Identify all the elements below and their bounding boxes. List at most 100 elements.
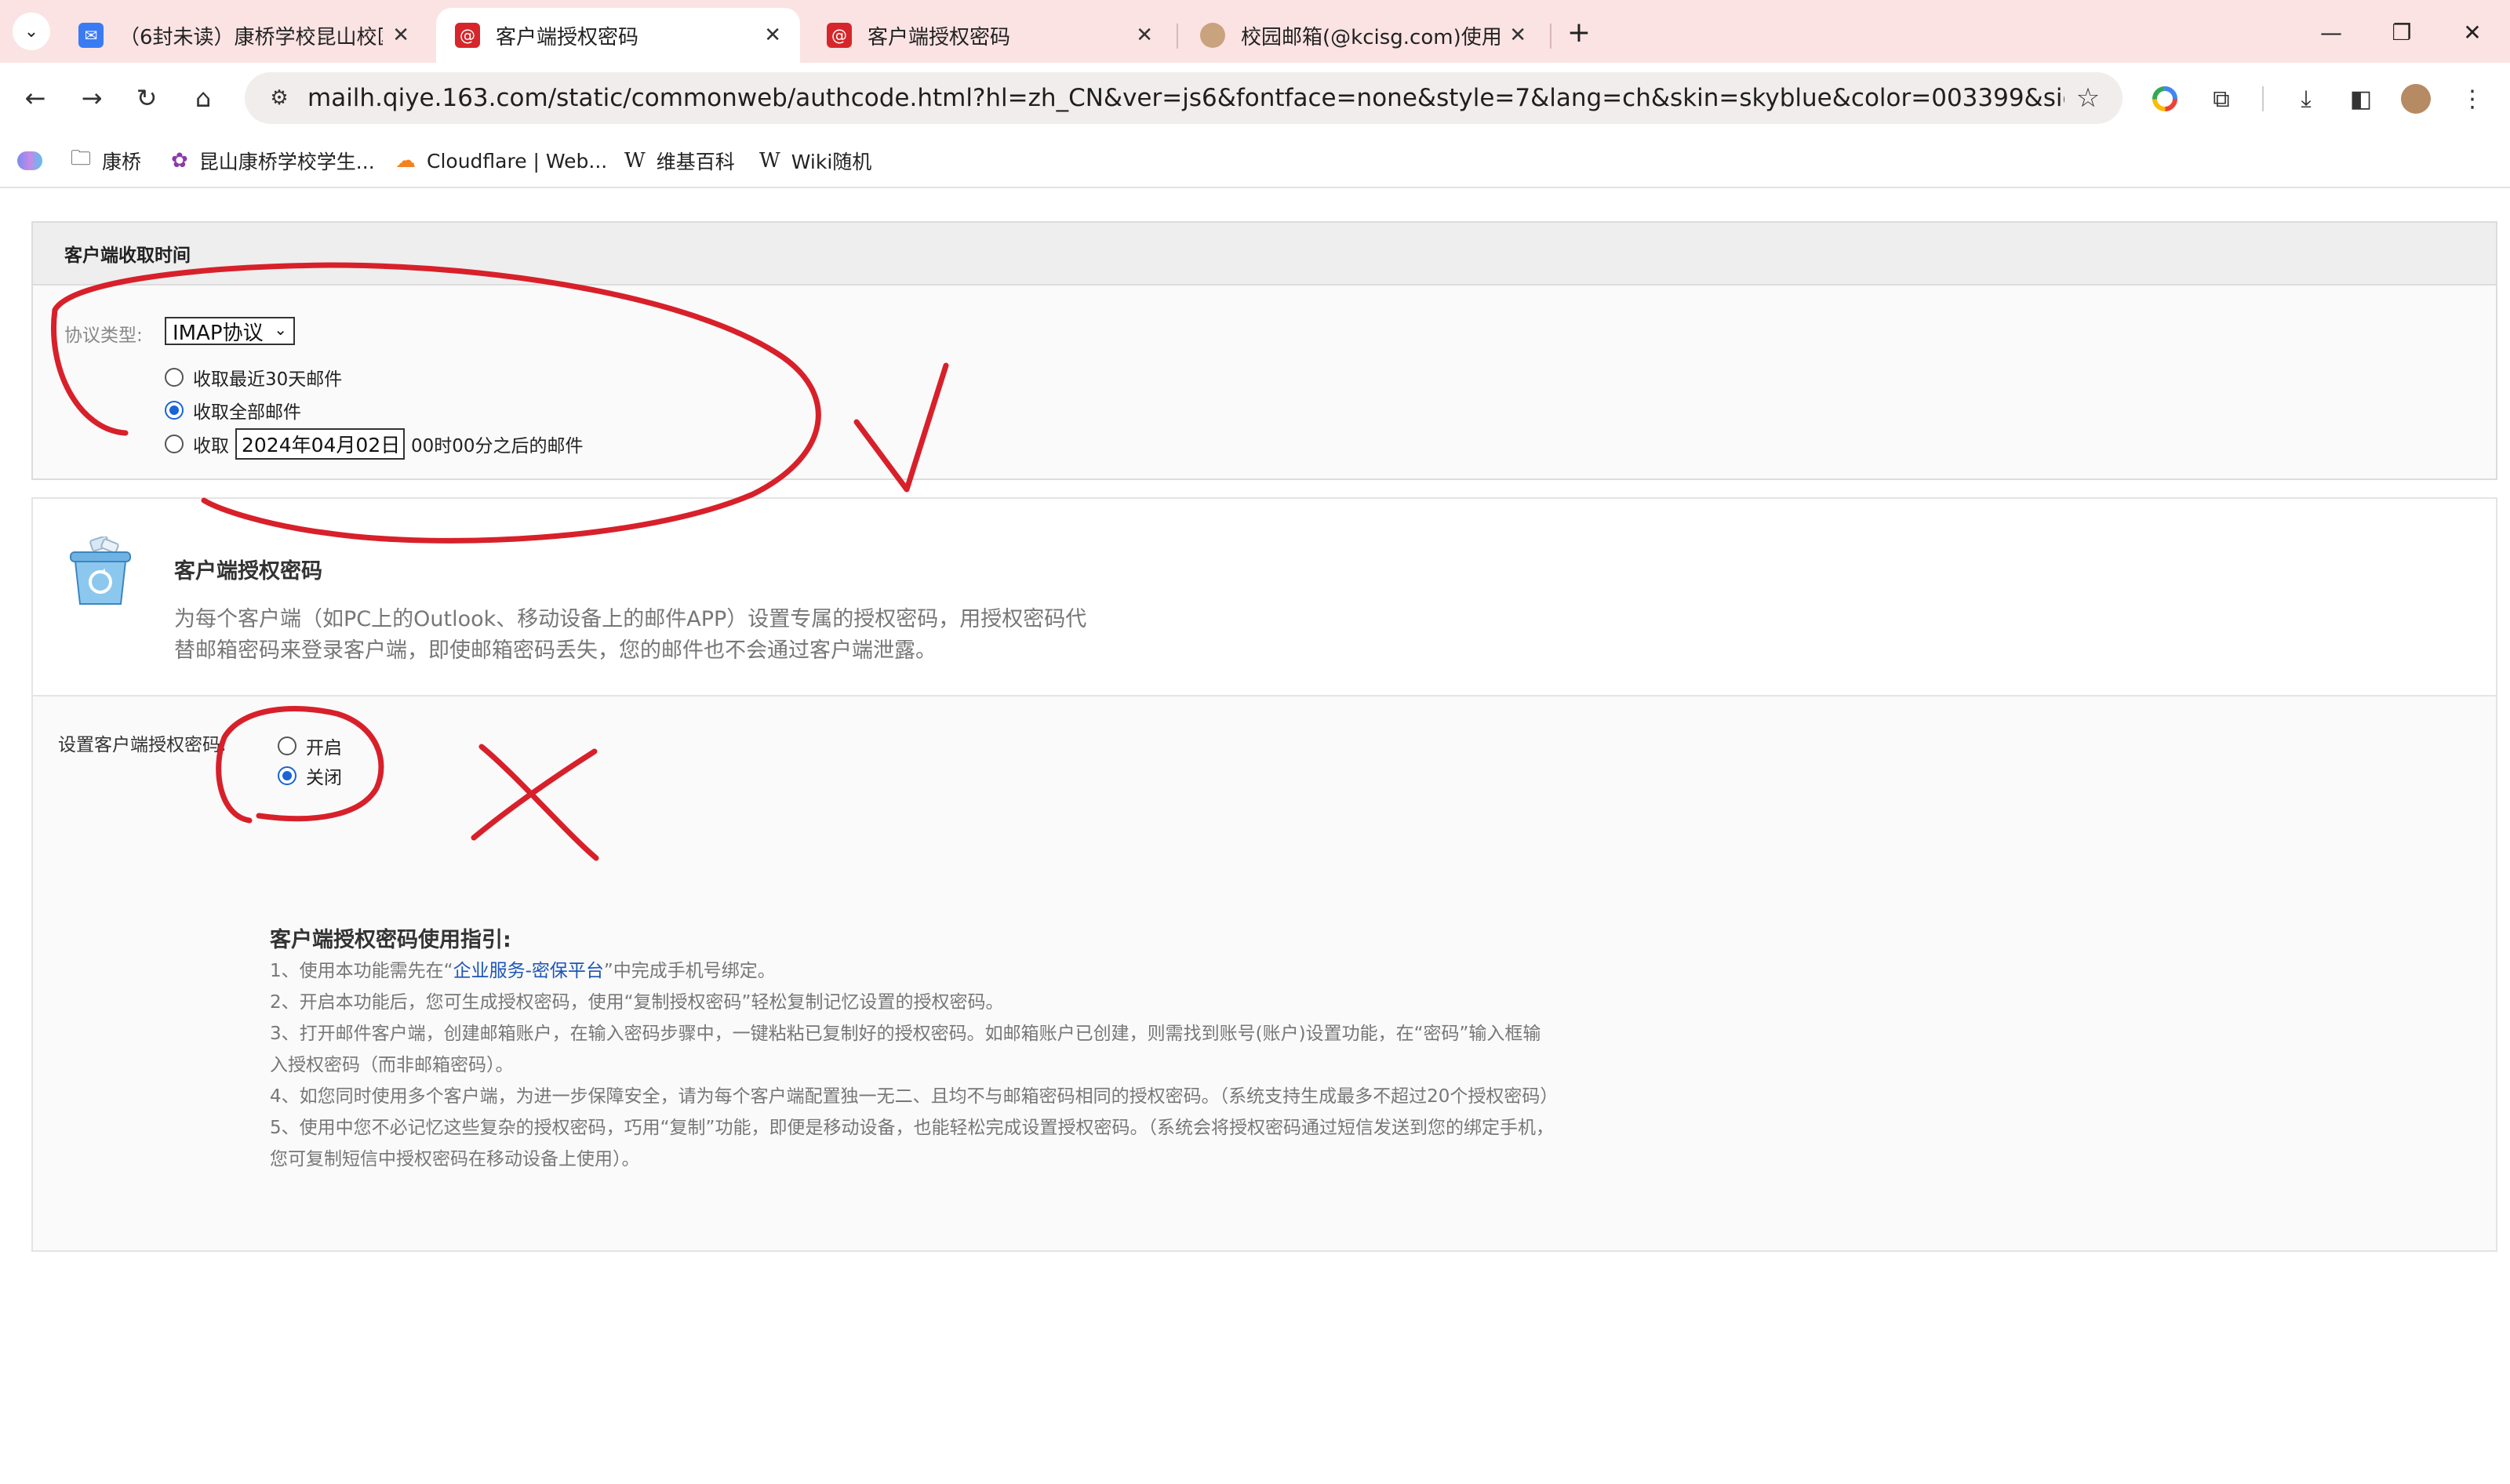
auth-info-panel: 客户端授权密码 为每个客户端（如PC上的Outlook、移动设备上的邮件APP）… <box>31 497 2497 697</box>
tab-campus-mail-guide[interactable]: 校园邮箱(@kcisg.com)使用技 ✕ <box>1181 8 1545 63</box>
security-platform-link[interactable]: 企业服务-密保平台 <box>453 961 604 981</box>
tab-title: 客户端授权密码 <box>496 25 639 49</box>
tab-title: 校园邮箱(@kcisg.com)使用技 <box>1241 25 1501 49</box>
guide-line-1: 1、使用本功能需先在“企业服务-密保平台”中完成手机号绑定。 <box>270 955 1556 987</box>
guide-line-4: 4、如您同时使用多个客户端，为进一步保障安全，请为每个客户端配置独一无二、且均不… <box>270 1086 1559 1107</box>
restore-button[interactable]: ❐ <box>2378 14 2425 50</box>
protocol-select[interactable]: IMAP协议 ⌄ <box>165 317 295 345</box>
puzzle-icon: ⧉ <box>2213 85 2230 113</box>
fetch-recent-30-option[interactable]: 收取最近30天邮件 <box>165 364 342 391</box>
fetch-all-radio[interactable] <box>165 401 184 420</box>
tab-title: （6封未读）康桥学校昆山校区 <box>119 25 384 49</box>
bookmark-label: 维基百科 <box>656 151 735 173</box>
option-label: 收取 <box>193 436 229 456</box>
bookmark-label: Wiki随机 <box>791 151 872 173</box>
plus-icon: + <box>1566 16 1591 49</box>
recycle-bin-icon <box>70 536 131 605</box>
fetch-from-date-option[interactable]: 收取 2024年04月02日 00时00分之后的邮件 <box>165 428 584 460</box>
bookmark-label: 康桥 <box>102 151 142 173</box>
browser-toolbar: ← → ↻ ⌂ ⚙ mailh.qiye.163.com/static/comm… <box>0 63 2510 133</box>
option-label: 关闭 <box>306 768 342 788</box>
browser-menu-button[interactable]: ⋮ <box>2455 82 2490 116</box>
tab-separator <box>1550 24 1551 49</box>
tab-strip: ⌄ ✉ （6封未读）康桥学校昆山校区 ✕ @ 客户端授权密码 ✕ @ 客户端授权… <box>0 0 2510 63</box>
downloads-button[interactable]: ⤓ <box>2289 82 2323 116</box>
auth-on-option[interactable]: 开启 <box>278 733 342 759</box>
minimize-button[interactable]: — <box>2308 14 2355 50</box>
site-settings-icon[interactable]: ⚙ <box>260 86 298 110</box>
bookmark-star-icon[interactable]: ☆ <box>2064 82 2112 114</box>
auth-on-radio[interactable] <box>278 737 296 755</box>
side-panel-button[interactable]: ◧ <box>2344 82 2378 116</box>
tab-search-button[interactable]: ⌄ <box>13 13 50 50</box>
home-button[interactable]: ⌂ <box>184 78 223 118</box>
auth-off-radio[interactable] <box>278 766 296 785</box>
bookmark-kunshan-school[interactable]: ✿ 昆山康桥学校学生... <box>171 146 375 176</box>
auth-off-option[interactable]: 关闭 <box>278 762 342 789</box>
close-icon[interactable]: ✕ <box>764 24 781 47</box>
fetch-all-option[interactable]: 收取全部邮件 <box>165 397 301 424</box>
arrow-right-icon: → <box>81 83 103 113</box>
chevron-down-icon: ⌄ <box>24 21 39 42</box>
school-icon: ✿ <box>171 149 188 173</box>
close-icon[interactable]: ✕ <box>1509 24 1526 47</box>
restore-icon: ❐ <box>2392 19 2412 45</box>
bookmark-label: 昆山康桥学校学生... <box>198 151 375 173</box>
bookmark-cloudflare[interactable]: ☁ Cloudflare | Web... <box>395 146 607 176</box>
profile-button[interactable] <box>2399 82 2433 116</box>
extensions-button[interactable]: ⧉ <box>2204 82 2239 116</box>
download-icon: ⤓ <box>2301 85 2312 113</box>
bookmark-label: Cloudflare | Web... <box>427 149 608 173</box>
minimize-icon: — <box>2320 19 2342 45</box>
address-bar[interactable]: ⚙ mailh.qiye.163.com/static/commonweb/au… <box>245 72 2123 124</box>
fetch-time-header: 客户端收取时间 <box>33 223 2496 286</box>
bookmark-wiki-random[interactable]: W Wiki随机 <box>759 146 871 176</box>
google-extension-button[interactable] <box>2148 82 2182 116</box>
avatar-icon <box>1200 23 1225 48</box>
auth-info-title: 客户端授权密码 <box>174 559 322 584</box>
close-icon[interactable]: ✕ <box>1136 24 1153 47</box>
new-tab-button[interactable]: + <box>1561 14 1597 50</box>
home-icon: ⌂ <box>195 83 212 113</box>
tab-auth-code-active[interactable]: @ 客户端授权密码 ✕ <box>436 8 800 63</box>
forward-button[interactable]: → <box>72 78 111 118</box>
tab-mail-inbox[interactable]: ✉ （6封未读）康桥学校昆山校区 ✕ <box>60 8 428 63</box>
chevron-down-icon: ⌄ <box>274 320 287 339</box>
option-label: 收取最近30天邮件 <box>193 369 343 390</box>
fetch-recent-30-radio[interactable] <box>165 368 184 387</box>
url-text[interactable]: mailh.qiye.163.com/static/commonweb/auth… <box>298 84 2064 112</box>
reload-button[interactable]: ↻ <box>127 78 166 118</box>
protocol-value: IMAP协议 <box>173 321 264 345</box>
tab-title: 客户端授权密码 <box>868 25 1011 49</box>
mail-app-icon: ✉ <box>78 23 104 48</box>
option-label: 收取全部邮件 <box>193 402 301 423</box>
reload-icon: ↻ <box>136 83 158 113</box>
bookmark-wikipedia[interactable]: W 维基百科 <box>624 146 735 176</box>
cloudflare-icon: ☁ <box>395 149 416 173</box>
close-icon[interactable]: ✕ <box>392 24 409 47</box>
arrow-left-icon: ← <box>24 83 46 113</box>
bookmark-apps[interactable] <box>17 146 42 176</box>
guide-line-5: 5、使用中您不必记忆这些复杂的授权密码，巧用“复制”功能，即便是移动设备，也能轻… <box>270 1118 1554 1169</box>
netease-mail-icon: @ <box>827 23 852 48</box>
toolbar-separator <box>2262 86 2264 111</box>
guide-body: 1、使用本功能需先在“企业服务-密保平台”中完成手机号绑定。 2、开启本功能后，… <box>270 955 1559 1175</box>
guide-line-3: 3、打开邮件客户端，创建邮箱账户，在输入密码步骤中，一键粘粘已复制好的授权密码。… <box>270 1024 1541 1075</box>
tab-auth-code[interactable]: @ 客户端授权密码 ✕ <box>808 8 1172 63</box>
guide-text: ”中完成手机号绑定。 <box>603 961 776 981</box>
auth-info-description: 为每个客户端（如PC上的Outlook、移动设备上的邮件APP）设置专属的授权密… <box>174 607 1087 663</box>
guide-title: 客户端授权密码使用指引: <box>270 928 511 952</box>
fetch-time-panel: 客户端收取时间 协议类型: IMAP协议 ⌄ 收取最近30天邮件 收取全部邮件 … <box>31 221 2497 480</box>
fetch-from-date-radio[interactable] <box>165 435 184 453</box>
back-button[interactable]: ← <box>16 78 55 118</box>
fetch-date-input[interactable]: 2024年04月02日 <box>235 428 405 460</box>
more-vertical-icon: ⋮ <box>2461 85 2484 113</box>
close-window-button[interactable]: ✕ <box>2449 14 2496 50</box>
auth-setting-label: 设置客户端授权密码: <box>58 735 227 755</box>
bookmarks-bar: 🗀 康桥 ✿ 昆山康桥学校学生... ☁ Cloudflare | Web...… <box>0 133 2510 188</box>
bookmark-folder-kangqiao[interactable]: 🗀 康桥 <box>71 146 141 176</box>
wikipedia-icon: W <box>759 149 780 173</box>
guide-text: 1、使用本功能需先在“ <box>270 961 453 981</box>
apps-cloud-icon <box>17 151 42 170</box>
auth-setting-panel: 设置客户端授权密码: 开启 关闭 客户端授权密码使用指引: 1、使用本功能需先在… <box>31 697 2497 1252</box>
